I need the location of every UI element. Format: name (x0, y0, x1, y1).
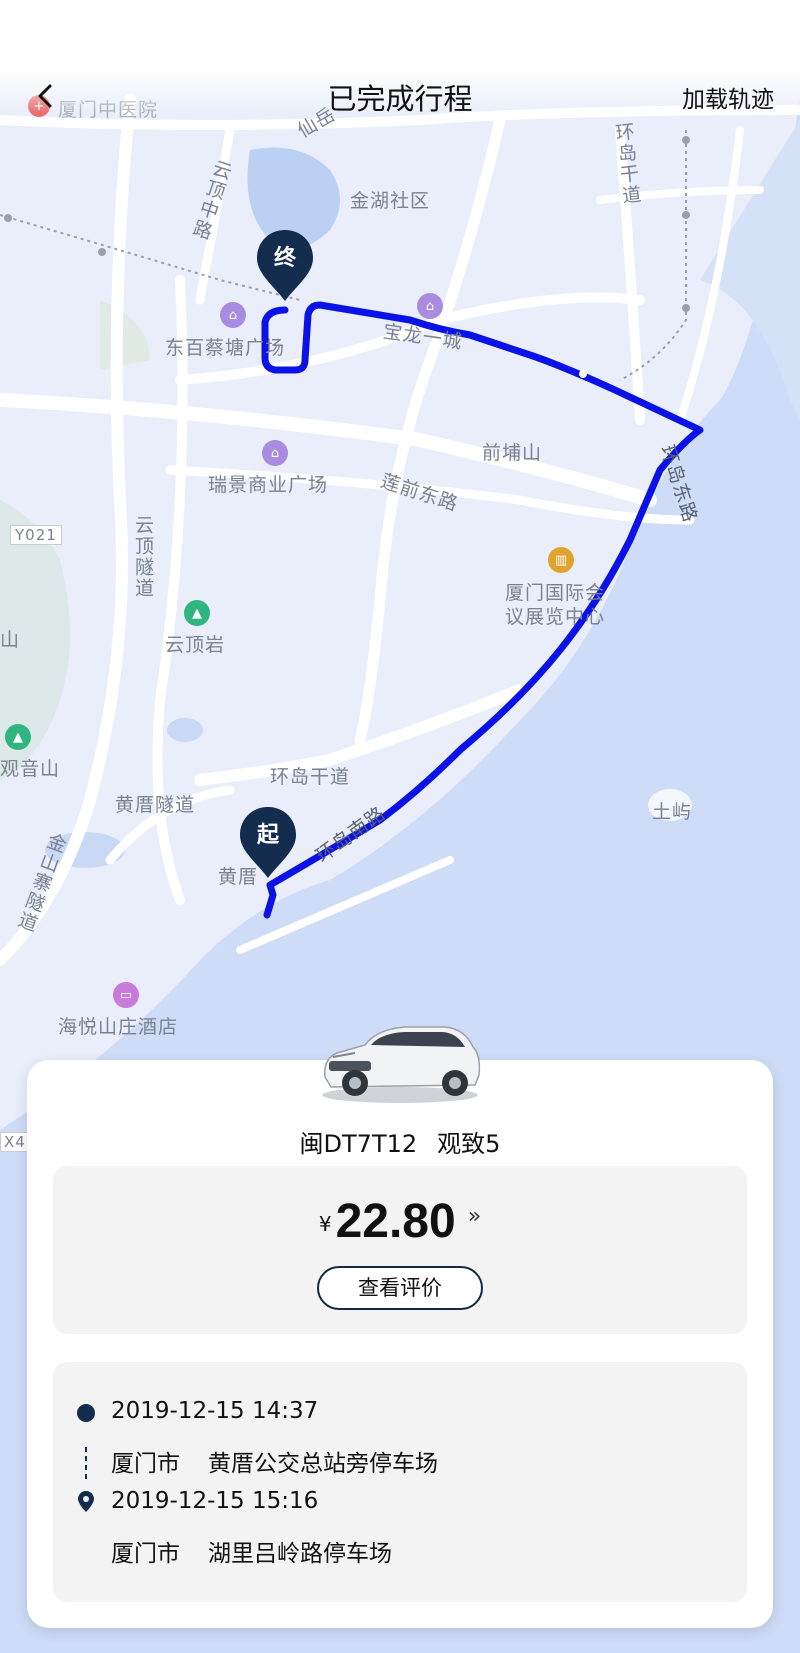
vehicle-model: 观致5 (437, 1130, 501, 1158)
page-title: 已完成行程 (327, 82, 473, 116)
map-label: 环岛干道 (270, 766, 351, 788)
map-label: 黄厝隧道 (115, 794, 196, 816)
fare-value: 22.80 (335, 1195, 456, 1248)
end-location: 厦门市 湖里吕岭路停车场 (111, 1534, 392, 1568)
trip-summary-card: 闽DT7T12 观致5 ¥22.80 » 查看评价 2019-12-15 14:37… (27, 1060, 773, 1628)
map-label: 云顶岩 (165, 634, 226, 656)
start-location: 厦门市 黄厝公交总站旁停车场 (111, 1444, 438, 1478)
map-label: Y021 (10, 525, 62, 545)
view-review-button[interactable]: 查看评价 (317, 1266, 483, 1310)
vehicle-info: 闽DT7T12 观致5 (27, 1124, 773, 1159)
fare-amount[interactable]: ¥22.80 » (53, 1194, 747, 1249)
location-pin-icon (78, 1491, 94, 1512)
map-label: 土屿 (652, 801, 693, 823)
map-label: 厦门国际会 (505, 582, 606, 604)
currency-symbol: ¥ (318, 1212, 332, 1236)
end-city: 厦门市 (111, 1541, 180, 1567)
mountain-icon: ▲ (5, 724, 31, 750)
start-time: 2019-12-15 14:37 (111, 1398, 319, 1424)
landmark-icon: ▥ (548, 547, 574, 573)
end-pin[interactable]: 终 (254, 228, 316, 303)
map-label: 金湖社区 (350, 190, 431, 212)
trip-details: 2019-12-15 14:37 厦门市 黄厝公交总站旁停车场 2019-12-1… (53, 1362, 747, 1602)
start-city: 厦门市 (111, 1451, 180, 1477)
start-dot-icon (77, 1404, 95, 1422)
end-pin-label: 终 (273, 246, 296, 271)
header-bar: 已完成行程 加载轨迹 (0, 0, 800, 116)
map-label: 云顶隧道 (132, 515, 154, 599)
map-label: 前埔山 (482, 442, 543, 464)
map-label: 东百蔡塘广场 (165, 337, 286, 359)
end-time: 2019-12-15 15:16 (111, 1488, 319, 1514)
start-pin[interactable]: 起 (237, 805, 299, 880)
fare-section[interactable]: ¥22.80 » 查看评价 (53, 1166, 747, 1334)
shopping-icon: ⌂ (417, 293, 443, 319)
route-dashed-line (85, 1447, 87, 1481)
mountain-icon: ▲ (184, 600, 210, 626)
start-place: 黄厝公交总站旁停车场 (208, 1451, 438, 1477)
chevron-right-icon[interactable]: » (468, 1204, 481, 1229)
end-place: 湖里吕岭路停车场 (208, 1541, 392, 1567)
map-label: 山 (0, 629, 21, 651)
shopping-icon: ⌂ (262, 440, 288, 466)
load-track-button[interactable]: 加载轨迹 (682, 80, 774, 114)
shopping-icon: ⌂ (220, 302, 246, 328)
map-label: 海悦山庄酒店 (58, 1016, 179, 1038)
map-label: 议展览中心 (505, 606, 606, 628)
map-label: 瑞景商业广场 (208, 474, 329, 496)
car-image (315, 1015, 485, 1105)
start-pin-label: 起 (256, 823, 279, 848)
map-label: 观音山 (0, 758, 61, 780)
hotel-icon: ▭ (113, 982, 139, 1008)
plate-number: 闽DT7T12 (299, 1130, 418, 1158)
